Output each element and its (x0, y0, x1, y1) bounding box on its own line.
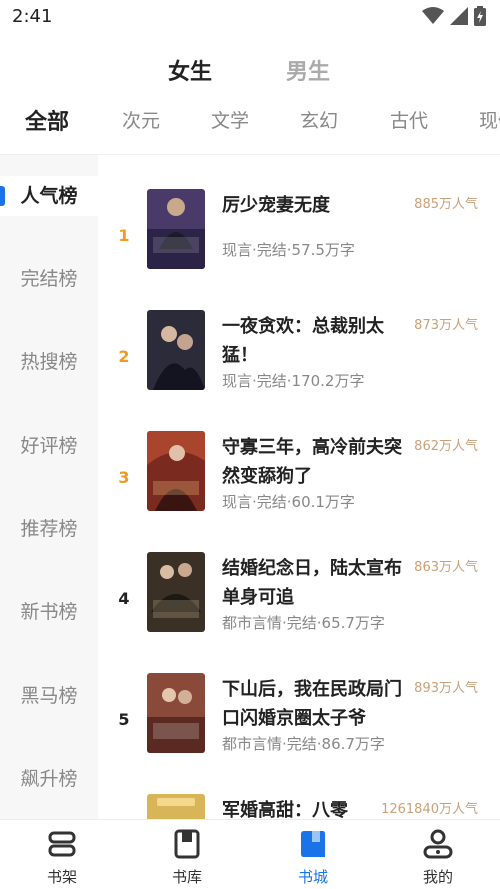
sidebar-item-recommended[interactable]: 推荐榜 (0, 509, 98, 549)
sidebar-item-top-rated[interactable]: 好评榜 (0, 426, 98, 466)
category-tab-fantasy[interactable]: 玄幻 (300, 106, 338, 133)
sidebar-item-completed[interactable]: 完结榜 (0, 259, 98, 299)
bottom-nav: 书架 书库 书城 我的 (0, 819, 500, 889)
status-bar: 2:41 (0, 0, 500, 34)
book-title: 一夜贪欢：总裁别太猛！ (222, 316, 384, 366)
book-rank: 1 (118, 226, 130, 245)
profile-icon (423, 829, 453, 859)
nav-label: 书库 (171, 868, 202, 886)
sidebar-active-indicator (0, 186, 5, 206)
book-meta: 都市言情·完结·86.7万字 (222, 735, 385, 753)
book-cover (147, 310, 205, 390)
book-title: 守寡三年，高冷前夫突然变舔狗了 (222, 437, 402, 487)
book-list-item[interactable]: 3 守寡三年，高冷前夫突然变舔狗了 现言·完结·60.1万字 862万人气 (98, 431, 500, 531)
nav-bookstore[interactable]: 书城 (263, 828, 363, 887)
bookshelf-icon (48, 831, 76, 857)
bookstore-icon (301, 831, 325, 857)
battery-icon (474, 6, 486, 26)
sidebar-item-rising[interactable]: 飙升榜 (0, 759, 98, 799)
book-popularity: 885万人气 (414, 197, 478, 212)
book-meta: 现言·完结·57.5万字 (222, 241, 355, 259)
category-tab-literature[interactable]: 文学 (211, 106, 249, 133)
book-cover (147, 552, 205, 632)
book-list-item[interactable]: 4 结婚纪念日，陆太宣布单身可追 都市言情·完结·65.7万字 863万人气 (98, 552, 500, 652)
gender-tabs: 女生 男生 (0, 54, 500, 90)
wifi-icon (422, 7, 444, 24)
book-meta: 都市言情·完结·65.7万字 (222, 614, 385, 632)
book-meta: 现言·完结·170.2万字 (222, 372, 365, 390)
book-rank: 4 (118, 589, 130, 608)
category-tab-all[interactable]: 全部 (25, 106, 69, 136)
status-icons (422, 6, 486, 26)
library-icon (174, 829, 200, 859)
sidebar-item-popular[interactable]: 人气榜 (0, 176, 98, 216)
book-title: 结婚纪念日，陆太宣布单身可追 (222, 558, 402, 608)
sidebar-item-hot-search[interactable]: 热搜榜 (0, 342, 98, 382)
signal-icon (450, 7, 468, 25)
book-popularity: 862万人气 (414, 439, 478, 454)
category-tab-modern[interactable]: 现代 (479, 106, 500, 133)
nav-label: 我的 (422, 868, 453, 886)
book-list-item[interactable]: 2 一夜贪欢：总裁别太猛！ 现言·完结·170.2万字 873万人气 (98, 310, 500, 410)
status-time: 2:41 (12, 6, 53, 27)
book-popularity: 873万人气 (414, 318, 478, 333)
category-tabs: 全部 次元 文学 玄幻 古代 现代 (0, 106, 500, 142)
book-rank: 2 (118, 347, 130, 366)
ranking-sidebar: 人气榜 完结榜 热搜榜 好评榜 推荐榜 新书榜 黑马榜 飙升榜 (0, 155, 98, 819)
nav-label: 书城 (297, 868, 328, 886)
category-tab-ancient[interactable]: 古代 (390, 106, 428, 133)
book-rank: 3 (118, 468, 130, 487)
sidebar-item-dark-horse[interactable]: 黑马榜 (0, 676, 98, 716)
book-meta: 现言·完结·60.1万字 (222, 493, 355, 511)
nav-bookshelf[interactable]: 书架 (12, 828, 112, 887)
book-popularity: 893万人气 (414, 681, 478, 696)
book-list-item[interactable]: 1 厉少宠妻无度 现言·完结·57.5万字 885万人气 (98, 189, 500, 289)
nav-profile[interactable]: 我的 (388, 828, 488, 887)
book-popularity: 1261840万人气 (381, 802, 478, 817)
book-cover (147, 431, 205, 511)
book-title: 下山后，我在民政局门口闪婚京圈太子爷 (222, 679, 402, 729)
tab-male[interactable]: 男生 (286, 54, 330, 86)
nav-label: 书架 (46, 868, 77, 886)
category-tab-anime[interactable]: 次元 (122, 106, 160, 133)
nav-library[interactable]: 书库 (137, 828, 237, 887)
book-cover (147, 189, 205, 269)
sidebar-item-new-books[interactable]: 新书榜 (0, 592, 98, 632)
book-list-item[interactable]: 5 下山后，我在民政局门口闪婚京圈太子爷 都市言情·完结·86.7万字 893万… (98, 673, 500, 773)
tab-female[interactable]: 女生 (168, 54, 212, 86)
book-rank: 5 (118, 710, 130, 729)
book-cover (147, 673, 205, 753)
book-popularity: 863万人气 (414, 560, 478, 575)
book-title: 厉少宠妻无度 (222, 195, 330, 216)
